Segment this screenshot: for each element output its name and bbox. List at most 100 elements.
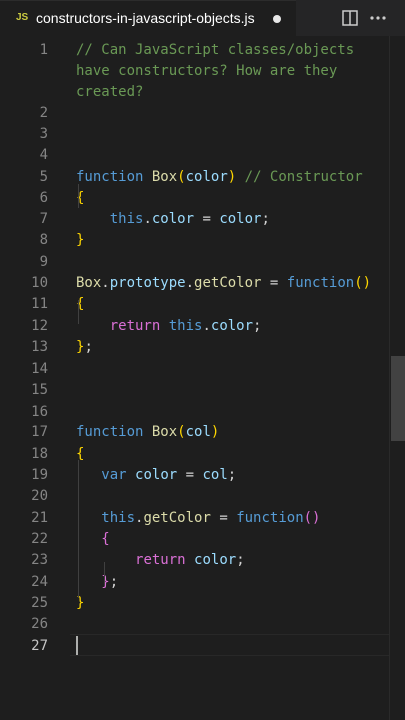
line-number: 17 <box>31 424 48 440</box>
code-token: ; <box>253 318 262 334</box>
code-token: return <box>135 552 186 568</box>
indent-guide <box>78 300 79 324</box>
code-token: created? <box>76 84 144 100</box>
more-actions-icon[interactable] <box>369 9 387 27</box>
code-token: getColor <box>143 510 211 526</box>
code-token: . <box>143 211 152 227</box>
code-token: } <box>101 574 110 590</box>
code-token: ; <box>227 467 237 483</box>
code-token: // Can JavaScript classes/objects <box>76 42 355 58</box>
code-token: () <box>354 275 372 291</box>
code-token: have constructors? How are they <box>76 63 338 79</box>
code-line: function Box(col) <box>76 422 219 443</box>
line-number: 20 <box>31 488 48 504</box>
code-token: getColor <box>194 275 262 291</box>
code-token: color <box>219 211 262 227</box>
line-number: 2 <box>39 105 48 121</box>
code-token: prototype <box>109 275 186 291</box>
indent-guide <box>78 460 79 598</box>
line-number: 5 <box>39 169 48 185</box>
code-line: have constructors? How are they <box>76 61 337 82</box>
code-line: this.getColor = function() <box>76 508 320 529</box>
code-line: created? <box>76 82 143 103</box>
code-token: color <box>151 211 195 227</box>
code-token: = <box>210 510 237 526</box>
code-token: ; <box>236 552 245 568</box>
code-line: this.color = color; <box>76 209 270 230</box>
code-token: = <box>194 211 220 227</box>
code-token: function <box>76 169 144 185</box>
line-number: 26 <box>31 616 48 632</box>
code-line: var color = col; <box>76 465 236 486</box>
line-number: 21 <box>31 510 48 526</box>
code-token: . <box>202 318 211 334</box>
code-token: function <box>236 510 304 526</box>
split-editor-icon[interactable] <box>341 9 359 27</box>
line-number: 3 <box>39 126 48 142</box>
scrollbar-thumb[interactable] <box>391 356 405 441</box>
code-token: function <box>76 424 144 440</box>
unsaved-changes-dot-icon[interactable] <box>273 15 281 23</box>
code-line: // Can JavaScript classes/objects <box>76 40 354 61</box>
code-token: ( <box>177 169 186 185</box>
line-number: 8 <box>39 232 48 248</box>
line-number: 9 <box>39 254 48 270</box>
line-number: 24 <box>31 574 48 590</box>
code-token: . <box>101 275 110 291</box>
code-token: color <box>135 467 178 483</box>
current-line-highlight <box>70 634 389 656</box>
vertical-scrollbar[interactable] <box>389 36 405 720</box>
code-line: return this.color; <box>76 316 262 337</box>
code-token: color <box>194 552 237 568</box>
code-editor[interactable]: 1 2 3 4 5 6 7 8 9 10 11 12 13 14 15 16 17 18 19 20 21 22 23 24 2… <box>0 36 405 720</box>
editor-tab[interactable]: JS constructors-in-javascript-objects.js <box>0 0 296 36</box>
code-token: color <box>210 318 254 334</box>
code-token: ; <box>84 339 93 355</box>
code-line: }; <box>76 337 93 358</box>
indent-guide <box>104 562 105 584</box>
indent-guide <box>78 184 79 208</box>
code-token: Box <box>76 275 102 291</box>
code-token: col <box>202 467 228 483</box>
line-number: 11 <box>31 296 48 312</box>
line-number: 10 <box>31 275 48 291</box>
code-token: this <box>168 318 203 334</box>
line-number: 4 <box>39 147 48 163</box>
code-line: { <box>76 529 110 550</box>
javascript-file-icon: JS <box>16 12 29 23</box>
code-token: this <box>101 510 136 526</box>
line-number: 14 <box>31 361 48 377</box>
code-token: () <box>303 510 321 526</box>
line-number: 27 <box>31 638 48 654</box>
line-number: 15 <box>31 382 48 398</box>
line-number: 19 <box>31 467 48 483</box>
code-token: col <box>185 424 211 440</box>
code-token: var <box>101 467 127 483</box>
code-line: function Box(color) // Constructor <box>76 167 363 188</box>
code-token: . <box>185 275 195 291</box>
code-token: this <box>109 211 144 227</box>
tab-file-name: constructors-in-javascript-objects.js <box>36 10 255 26</box>
line-number: 22 <box>31 531 48 547</box>
line-number: 18 <box>31 446 48 462</box>
code-token: { <box>101 531 110 547</box>
line-number: 12 <box>31 318 48 334</box>
code-token: = <box>261 275 287 291</box>
code-token: = <box>177 467 203 483</box>
code-token: color <box>185 169 228 185</box>
tab-bar: JS constructors-in-javascript-objects.js <box>0 0 405 36</box>
line-number: 1 <box>39 42 48 58</box>
code-token: Box <box>151 169 178 185</box>
code-line: return color; <box>76 550 245 571</box>
code-line: }; <box>76 572 118 593</box>
